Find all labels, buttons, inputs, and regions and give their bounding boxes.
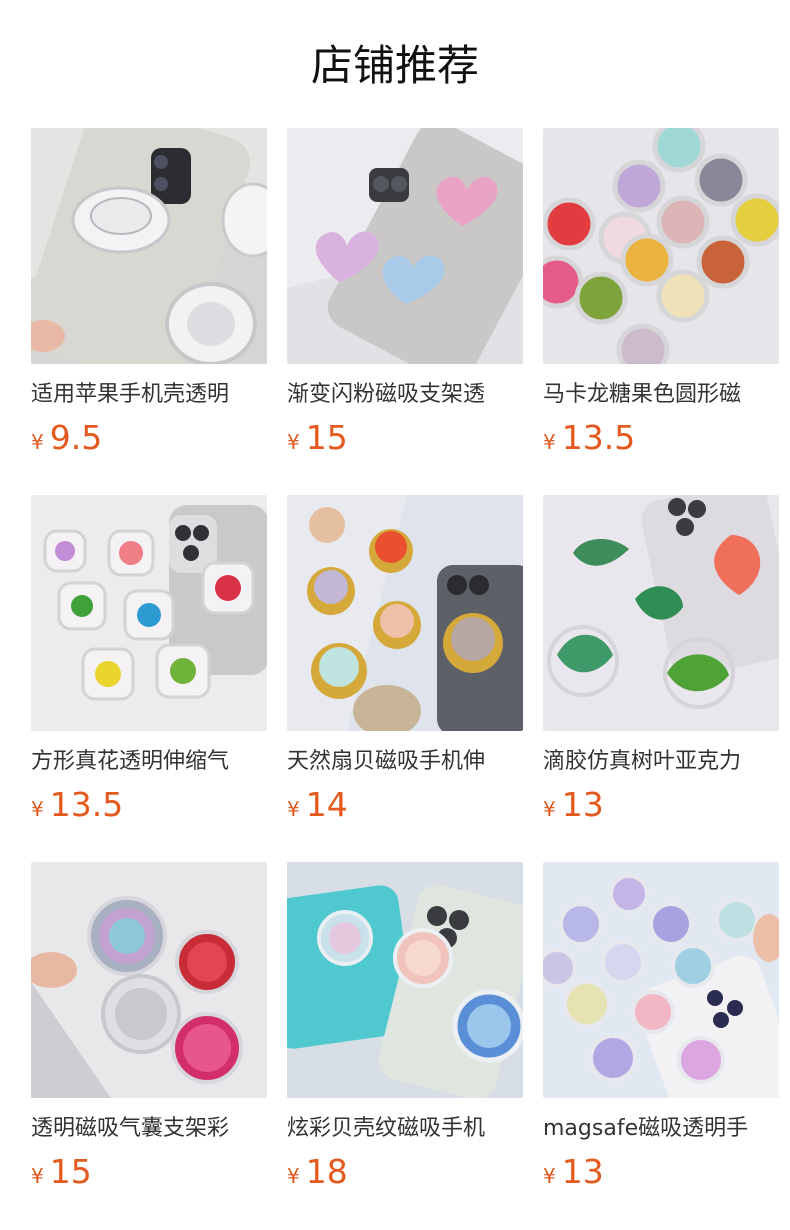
price-value: 9.5 — [49, 418, 103, 457]
product-price: ¥13 — [543, 1150, 604, 1194]
product-card[interactable]: 适用苹果手机壳透明 ¥9.5 — [31, 128, 267, 458]
product-image[interactable] — [31, 128, 267, 364]
product-image[interactable] — [287, 862, 523, 1098]
product-price: ¥18 — [287, 1150, 348, 1194]
currency-symbol: ¥ — [31, 797, 44, 821]
product-price: ¥13 — [543, 783, 604, 827]
product-card[interactable]: 马卡龙糖果色圆形磁 ¥13.5 — [543, 128, 779, 458]
product-price: ¥13.5 — [31, 783, 123, 827]
price-value: 13 — [561, 1152, 604, 1191]
product-name[interactable]: magsafe磁吸透明手 — [543, 1112, 779, 1146]
currency-symbol: ¥ — [543, 797, 556, 821]
product-image[interactable] — [543, 128, 779, 364]
product-name[interactable]: 马卡龙糖果色圆形磁 — [543, 378, 779, 412]
product-card[interactable]: 方形真花透明伸缩气 ¥13.5 — [31, 495, 267, 825]
product-card[interactable]: magsafe磁吸透明手 ¥13 — [543, 862, 779, 1192]
price-value: 14 — [305, 785, 348, 824]
product-name[interactable]: 透明磁吸气囊支架彩 — [31, 1112, 267, 1146]
product-card[interactable]: 炫彩贝壳纹磁吸手机 ¥18 — [287, 862, 523, 1192]
product-card[interactable]: 天然扇贝磁吸手机伸 ¥14 — [287, 495, 523, 825]
product-image[interactable] — [287, 495, 523, 731]
price-value: 13.5 — [49, 785, 124, 824]
price-value: 15 — [49, 1152, 92, 1191]
product-price: ¥9.5 — [31, 416, 102, 460]
product-card[interactable]: 渐变闪粉磁吸支架透 ¥15 — [287, 128, 523, 458]
currency-symbol: ¥ — [543, 430, 556, 454]
product-price: ¥14 — [287, 783, 348, 827]
price-value: 15 — [305, 418, 348, 457]
currency-symbol: ¥ — [31, 1164, 44, 1188]
product-name[interactable]: 天然扇贝磁吸手机伸 — [287, 745, 523, 779]
product-image[interactable] — [31, 495, 267, 731]
product-name[interactable]: 滴胶仿真树叶亚克力 — [543, 745, 779, 779]
page-title: 店铺推荐 — [310, 41, 479, 90]
price-value: 13 — [561, 785, 604, 824]
product-price: ¥13.5 — [543, 416, 635, 460]
product-image[interactable] — [31, 862, 267, 1098]
price-value: 18 — [305, 1152, 348, 1191]
product-price: ¥15 — [31, 1150, 92, 1194]
product-image[interactable] — [543, 495, 779, 731]
product-card[interactable]: 透明磁吸气囊支架彩 ¥15 — [31, 862, 267, 1192]
product-card[interactable]: 滴胶仿真树叶亚克力 ¥13 — [543, 495, 779, 825]
price-value: 13.5 — [561, 418, 636, 457]
product-image[interactable] — [287, 128, 523, 364]
currency-symbol: ¥ — [31, 430, 44, 454]
currency-symbol: ¥ — [287, 1164, 300, 1188]
product-name[interactable]: 渐变闪粉磁吸支架透 — [287, 378, 523, 412]
product-price: ¥15 — [287, 416, 348, 460]
currency-symbol: ¥ — [287, 797, 300, 821]
product-name[interactable]: 适用苹果手机壳透明 — [31, 378, 267, 412]
product-name[interactable]: 炫彩贝壳纹磁吸手机 — [287, 1112, 523, 1146]
product-image[interactable] — [543, 862, 779, 1098]
currency-symbol: ¥ — [543, 1164, 556, 1188]
currency-symbol: ¥ — [287, 430, 300, 454]
product-grid: 适用苹果手机壳透明 ¥9.5 渐变闪粉磁吸支架透 ¥15 马卡龙糖果色圆形磁 ¥… — [31, 128, 779, 1228]
product-name[interactable]: 方形真花透明伸缩气 — [31, 745, 267, 779]
